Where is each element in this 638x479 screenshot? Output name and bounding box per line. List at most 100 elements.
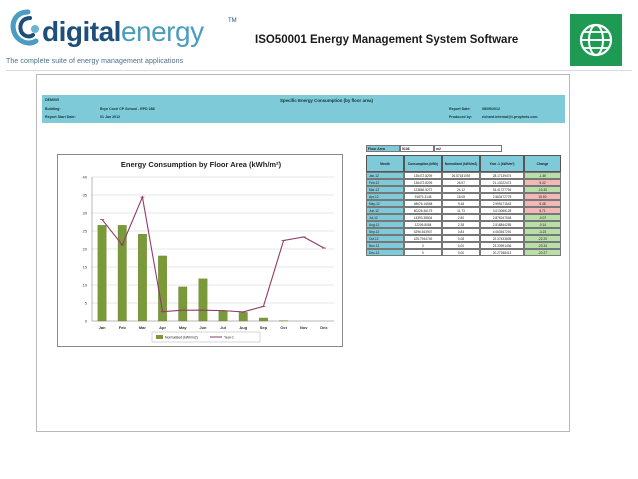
- col-header-normalised: Normalised (kWh/m2): [442, 155, 480, 172]
- y-tick-label: 15: [83, 265, 88, 270]
- cell-change: -1.60: [524, 172, 561, 179]
- cell-consumption: 136472.8209: [404, 179, 442, 186]
- cell-month: Jun-12: [366, 207, 404, 214]
- cell-change: 8.71: [524, 207, 561, 214]
- cell-month: Jan-12: [366, 172, 404, 179]
- cell-normalised: 0.00: [442, 242, 480, 249]
- bar: [259, 317, 268, 322]
- cell-change: 5.42: [524, 179, 561, 186]
- col-header-year1: Year -1 (kWh/m²): [480, 155, 524, 172]
- cell-year1: 2.518844255: [480, 221, 524, 228]
- cell-change: -3.23: [524, 228, 561, 235]
- table-row: Sep-12 4296.543907 0.84 4.063547291 -3.23: [366, 228, 561, 235]
- header-divider: [6, 70, 632, 71]
- cell-consumption: 0: [404, 242, 442, 249]
- globe-icon: [579, 23, 613, 57]
- bar: [238, 312, 248, 322]
- table-row: Jun-12 60226.36175 11.73 3.013068128 8.71: [366, 207, 561, 214]
- x-tick-label: Jul: [220, 325, 226, 330]
- building-value: Bryn Coch CP School - EPD 288: [100, 107, 155, 111]
- cell-normalised: 0.08: [442, 235, 480, 242]
- y-tick-label: 5: [85, 301, 88, 306]
- x-tick-label: Aug: [239, 325, 247, 330]
- chart-svg: Energy Consumption by Floor Area (kWh/m²…: [83, 160, 334, 343]
- y-tick-label: 35: [83, 193, 88, 198]
- logo-wordmark: digitalenergy: [42, 16, 204, 47]
- chart-title: Energy Consumption by Floor Area (kWh/m²…: [121, 160, 282, 169]
- start-date-label: Report Start Date:: [45, 115, 76, 119]
- series-line-year1: [101, 195, 325, 313]
- report-document: DEM005 Specific Energy Consumption (by f…: [36, 74, 570, 432]
- cell-year1: 34.41727794: [480, 186, 524, 193]
- cell-change: -23.34: [524, 242, 561, 249]
- bar: [178, 286, 188, 322]
- cell-year1: 2.583472778: [480, 193, 524, 200]
- x-tick-label: Jan: [99, 325, 106, 330]
- cell-normalised: 11.73: [442, 207, 480, 214]
- start-date-value: 01 Jan 2012: [100, 115, 121, 119]
- cell-change: -20.27: [524, 249, 561, 256]
- cell-consumption: 4296.543907: [404, 228, 442, 235]
- building-label: Building:: [45, 107, 61, 111]
- table-row: Jul-12 14393.38504 2.80 2.876247548 -0.07: [366, 214, 561, 221]
- report-date-label: Report Date:: [449, 107, 471, 111]
- bar: [97, 225, 107, 322]
- cell-year1: 21.13222474: [480, 179, 524, 186]
- cell-normalised: 0.84: [442, 228, 480, 235]
- cell-year1: 2.876247548: [480, 214, 524, 221]
- cell-normalised: 26.57: [442, 179, 480, 186]
- cell-year1: 3.013068128: [480, 207, 524, 214]
- cell-change: -0.14: [524, 221, 561, 228]
- x-tick-label: May: [179, 325, 188, 330]
- x-tick-label: Feb: [119, 325, 127, 330]
- cell-month: Aug-12: [366, 221, 404, 228]
- cell-year1: 22.37433835: [480, 235, 524, 242]
- cell-normalised: 2.80: [442, 214, 480, 221]
- table-row: May-12 48676.16548 9.48 2.995171543 6.48: [366, 200, 561, 207]
- legend-label-normalised: Normalised (kWh/m2): [165, 336, 198, 340]
- cell-consumption: 0: [404, 249, 442, 256]
- energy-chart: Energy Consumption by Floor Area (kWh/m²…: [57, 154, 343, 347]
- bar: [138, 234, 147, 322]
- produced-by-value: richard.internal@i-prophets.com: [482, 115, 538, 119]
- cell-normalised: 2.38: [442, 221, 480, 228]
- cell-normalised: 18.08: [442, 193, 480, 200]
- table-row: Nov-12 0 0.00 23.33991436 -23.34: [366, 242, 561, 249]
- table-row: Dec-12 0 0.00 20.27288413 -20.27: [366, 249, 561, 256]
- x-tick-label: Mar: [139, 325, 147, 330]
- cell-consumption: 91875.3148: [404, 193, 442, 200]
- cell-change: 6.48: [524, 200, 561, 207]
- cell-month: Nov-12: [366, 242, 404, 249]
- x-tick-label: Jun: [199, 325, 207, 330]
- x-tick-label: Oct: [280, 325, 287, 330]
- x-tick-label: Dec: [320, 325, 328, 330]
- table-row: Mar-12 123866.5272 24.12 34.41727794 -10.30: [366, 186, 561, 193]
- bar: [218, 310, 228, 322]
- cell-month: Sep-12: [366, 228, 404, 235]
- table-row: Jan-12 136472.8209 26.57181092 28.17139474-…: [366, 172, 561, 179]
- report-date-value: 08/09/2012: [482, 107, 500, 111]
- page-title: ISO50001 Energy Management System Softwa…: [255, 34, 519, 46]
- cell-change: -22.29: [524, 235, 561, 242]
- digital-energy-logo: digitalenergy TM: [6, 8, 246, 62]
- table-row: Aug-12 12206.8084 2.38 2.518844255 -0.14: [366, 221, 561, 228]
- report-title: Specific Energy Consumption (by floor ar…: [280, 98, 373, 103]
- col-header-change: Change: [524, 155, 561, 172]
- cell-normalised: 0.00: [442, 249, 480, 256]
- table-row: Feb-12 136472.8209 26.57 21.13222474 5.42: [366, 179, 561, 186]
- cell-month: Feb-12: [366, 179, 404, 186]
- col-header-month: Month: [366, 155, 404, 172]
- cell-consumption: 425.7944749: [404, 235, 442, 242]
- bar: [198, 278, 208, 322]
- cell-consumption: 14393.38504: [404, 214, 442, 221]
- cell-consumption: 12206.8084: [404, 221, 442, 228]
- cell-month: Apr-12: [366, 193, 404, 200]
- cell-normalised: 26.57181092: [442, 172, 480, 179]
- y-tick-label: 20: [83, 247, 88, 252]
- y-tick-label: 30: [83, 211, 88, 216]
- globe-button[interactable]: [570, 14, 622, 66]
- cell-month: May-12: [366, 200, 404, 207]
- logo-trademark: TM: [228, 18, 237, 24]
- bar: [117, 225, 127, 322]
- table-row: Apr-12 91875.3148 18.08 2.583472778 15.50: [366, 193, 561, 200]
